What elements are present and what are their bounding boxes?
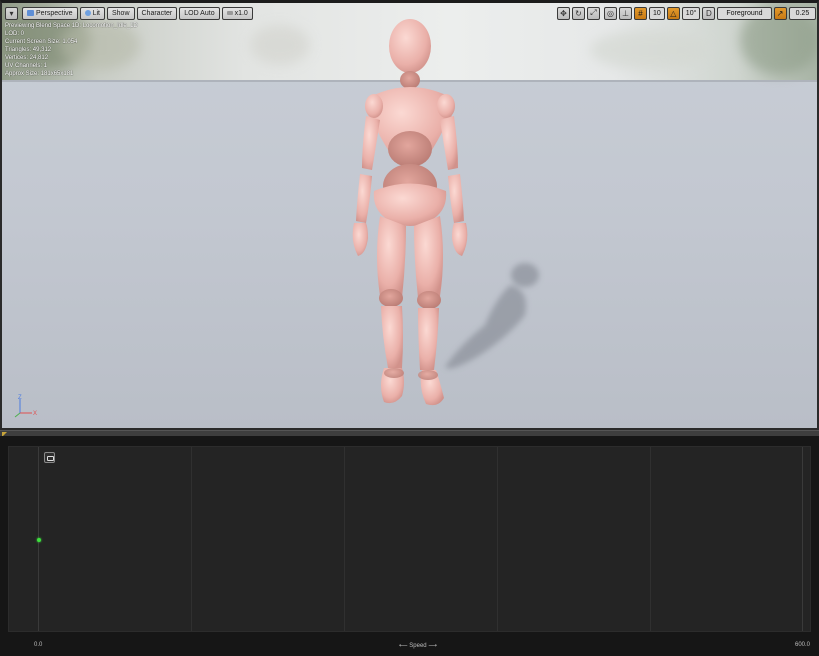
scale-snap-icon[interactable]: ↗: [773, 6, 787, 20]
chevron-down-icon: ▾: [9, 8, 14, 18]
grid-line: [344, 447, 345, 631]
scale-snap-value[interactable]: 0.25: [788, 6, 817, 20]
lit-sphere-icon: [84, 10, 91, 16]
info-line: LOD: 0: [5, 31, 25, 37]
show-button[interactable]: Show: [106, 6, 135, 20]
coordinate-system-icon[interactable]: ◎: [604, 6, 617, 20]
info-line: UV Channels: 1: [5, 63, 48, 69]
perspective-icon: [27, 10, 34, 16]
scale-icon[interactable]: ⤢: [587, 6, 600, 20]
viewport[interactable]: ▾ Perspective Lit Show Character LOD Aut…: [0, 0, 819, 430]
blend-sample-point[interactable]: [37, 538, 41, 542]
grid-snap-icon[interactable]: #: [634, 6, 647, 20]
axis-z-label: Z: [18, 395, 22, 401]
axis-name-label: ⟵ Speed ⟶: [399, 642, 437, 649]
viewport-info-overlay: Previewing Blend Space 1D: Locomotion_Id…: [5, 22, 138, 78]
mannequin-character[interactable]: [340, 16, 480, 416]
arrow-left-icon: ⟵: [399, 643, 408, 649]
rotate-icon[interactable]: ↻: [572, 6, 585, 20]
info-line: Approx Size: 181x65x181: [5, 71, 74, 77]
grid-line: [650, 447, 651, 631]
blendspace-graph[interactable]: [8, 446, 811, 632]
playback-speed-button[interactable]: x1.0: [221, 6, 253, 20]
info-line: Triangles: 49,312: [5, 47, 52, 53]
angle-snap-icon[interactable]: △: [666, 6, 680, 20]
grid-line: [191, 447, 192, 631]
viewport-toolbar-right: ✥ ↻ ⤢ ◎ ⊥ # 10 △ 10° D Foreground ↗ 0.25…: [557, 6, 819, 20]
lod-button[interactable]: LOD Auto: [179, 6, 220, 20]
view-mode-button[interactable]: Lit: [79, 6, 105, 20]
grid-line: [497, 447, 498, 631]
speed-label: x1.0: [234, 9, 248, 17]
lit-label: Lit: [92, 9, 100, 17]
arrow-right-icon: ⟶: [428, 643, 437, 649]
info-line: Current Screen Size: 1.054: [5, 39, 78, 45]
axis-indicator-icon: Z X: [14, 395, 37, 418]
layer-icon[interactable]: D: [702, 6, 716, 20]
perspective-label: Perspective: [36, 9, 73, 17]
move-icon[interactable]: ✥: [557, 6, 570, 20]
perspective-button[interactable]: Perspective: [22, 6, 78, 20]
viewport-toolbar-left: ▾ Perspective Lit Show Character LOD Aut…: [5, 6, 253, 20]
grid-line: [802, 447, 803, 631]
lod-label: LOD Auto: [184, 9, 215, 17]
show-label: Show: [111, 9, 130, 17]
angle-snap-value[interactable]: 10°: [681, 6, 701, 20]
surface-snap-icon[interactable]: ⊥: [619, 6, 632, 20]
viewport-menu-button[interactable]: ▾: [5, 6, 18, 20]
axis-x-label: X: [33, 411, 37, 417]
speed-axis-label: Speed: [409, 643, 427, 649]
axis-min-label: 0.0: [34, 642, 43, 648]
character-label: Character: [141, 9, 173, 17]
sample-preview-icon[interactable]: [44, 452, 55, 463]
layer-dropdown[interactable]: Foreground: [717, 6, 772, 20]
character-button[interactable]: Character: [136, 6, 178, 20]
info-line: Vertices: 24,812: [5, 55, 49, 61]
grid-snap-value[interactable]: 10: [649, 6, 665, 20]
axis-max-label: 600.0: [795, 642, 811, 648]
playback-icon: [226, 11, 233, 15]
info-line: Previewing Blend Space 1D: Locomotion_Id…: [5, 23, 138, 29]
